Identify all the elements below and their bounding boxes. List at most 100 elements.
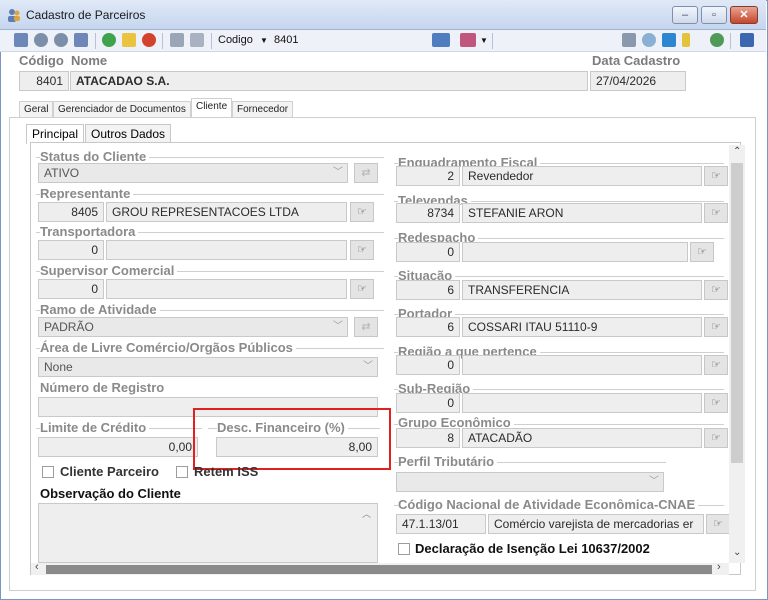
horizontal-scroll-thumb[interactable] xyxy=(46,565,712,574)
redespacho-code-field[interactable]: 0 xyxy=(396,242,460,262)
chevron-down-icon: ﹀ xyxy=(333,321,343,332)
retem-iss-checkbox[interactable] xyxy=(176,466,188,478)
toolbar-separator xyxy=(95,33,96,49)
chevron-down-icon[interactable]: ▼ xyxy=(480,36,488,45)
codigo-search-label[interactable]: Codigo xyxy=(218,34,253,46)
save-icon[interactable] xyxy=(170,33,184,47)
toolbar-separator xyxy=(211,33,212,49)
scroll-left-icon[interactable]: ‹ xyxy=(35,561,39,573)
subregiao-name-field[interactable] xyxy=(462,393,702,413)
televendas-code-field[interactable]: 8734 xyxy=(396,203,460,223)
toolbar: Codigo ▼ 8401 ▼ xyxy=(0,30,766,52)
enquadramento-code-field[interactable]: 2 xyxy=(396,166,460,186)
ramo-atividade-label: Ramo de Atividade xyxy=(40,303,160,317)
portador-code-field[interactable]: 6 xyxy=(396,317,460,337)
add-icon[interactable] xyxy=(102,33,116,47)
situacao-name-field[interactable]: TRANSFERENCIA xyxy=(462,280,702,300)
grupo-code-field[interactable]: 8 xyxy=(396,428,460,448)
filter-icon[interactable] xyxy=(682,33,690,47)
nome-field[interactable]: ATACADAO S.A. xyxy=(70,71,588,91)
tab-geral[interactable]: Geral xyxy=(19,101,54,118)
status-cliente-select[interactable]: ATIVO ﹀ xyxy=(38,163,348,183)
ramo-lookup-button[interactable]: ⇄ xyxy=(354,317,378,337)
vertical-scroll-thumb[interactable] xyxy=(731,163,743,463)
transportadora-name-field[interactable] xyxy=(106,240,347,260)
declaracao-isencao-checkbox[interactable] xyxy=(398,543,410,555)
codigo-search-value[interactable]: 8401 xyxy=(274,34,298,46)
chevron-down-icon[interactable]: ▼ xyxy=(260,36,268,45)
supervisor-name-field[interactable] xyxy=(106,279,347,299)
representante-label: Representante xyxy=(40,187,134,201)
televendas-name-field[interactable]: STEFANIE ARON xyxy=(462,203,702,223)
maximize-button[interactable]: ▫ xyxy=(701,6,727,24)
edit-icon[interactable] xyxy=(122,33,136,47)
grupo-name-field[interactable]: ATACADÃO xyxy=(462,428,702,448)
televendas-lookup-button[interactable]: ☞ xyxy=(704,203,728,223)
chart-icon[interactable] xyxy=(460,33,476,47)
regiao-code-field[interactable]: 0 xyxy=(396,355,460,375)
chevron-up-icon[interactable]: ︿ xyxy=(362,507,371,520)
chevron-down-icon[interactable]: ⌄ xyxy=(733,547,741,558)
scroll-right-icon[interactable]: › xyxy=(717,561,721,573)
status-cliente-label: Status do Cliente xyxy=(40,150,150,164)
first-record-icon[interactable] xyxy=(14,33,28,47)
nome-label: Nome xyxy=(71,53,108,68)
title-bar[interactable]: Cadastro de Parceiros – ▫ ✕ xyxy=(0,0,766,30)
regiao-lookup-button[interactable]: ☞ xyxy=(704,355,728,375)
regiao-name-field[interactable] xyxy=(462,355,702,375)
chevron-up-icon[interactable]: ⌃ xyxy=(733,146,741,157)
enquadramento-lookup-button[interactable]: ☞ xyxy=(704,166,728,186)
status-lookup-button[interactable]: ⇄ xyxy=(354,163,378,183)
partners-icon xyxy=(8,9,20,22)
representante-name-field[interactable]: GROU REPRESENTACOES LTDA xyxy=(106,202,347,222)
user-icon[interactable] xyxy=(710,33,724,47)
tab-gerenciador-documentos[interactable]: Gerenciador de Documentos xyxy=(53,101,191,118)
cliente-parceiro-checkbox[interactable] xyxy=(42,466,54,478)
supervisor-code-field[interactable]: 0 xyxy=(38,279,104,299)
close-button[interactable]: ✕ xyxy=(730,6,758,24)
supervisor-label: Supervisor Comercial xyxy=(40,264,178,278)
grupo-lookup-button[interactable]: ☞ xyxy=(704,428,728,448)
enquadramento-name-field[interactable]: Revendedor xyxy=(462,166,702,186)
codigo-field[interactable]: 8401 xyxy=(19,71,69,91)
tab-fornecedor[interactable]: Fornecedor xyxy=(232,101,294,118)
subregiao-code-field[interactable]: 0 xyxy=(396,393,460,413)
cnae-code-field[interactable]: 47.1.13/01 xyxy=(396,514,486,534)
transportadora-code-field[interactable]: 0 xyxy=(38,240,104,260)
perfil-tributario-select[interactable]: ﹀ xyxy=(396,472,664,492)
redespacho-lookup-button[interactable]: ☞ xyxy=(690,242,714,262)
print-icon[interactable] xyxy=(622,33,636,47)
previous-record-icon[interactable] xyxy=(34,33,48,47)
limite-credito-label: Limite de Crédito xyxy=(40,421,150,435)
situacao-lookup-button[interactable]: ☞ xyxy=(704,280,728,300)
cnae-lookup-button[interactable]: ☞ xyxy=(706,514,730,534)
subtab-principal[interactable]: Principal xyxy=(26,124,85,144)
representante-lookup-button[interactable]: ☞ xyxy=(350,202,374,222)
minimize-button[interactable]: – xyxy=(672,6,698,24)
transportadora-lookup-button[interactable]: ☞ xyxy=(350,240,374,260)
subregiao-lookup-button[interactable]: ☞ xyxy=(704,393,728,413)
limite-credito-field[interactable]: 0,00 xyxy=(38,437,198,457)
next-record-icon[interactable] xyxy=(54,33,68,47)
redespacho-name-field[interactable] xyxy=(462,242,688,262)
refresh-icon[interactable] xyxy=(662,33,676,47)
search-icon[interactable] xyxy=(642,33,656,47)
data-cadastro-field[interactable]: 27/04/2026 xyxy=(590,71,686,91)
grid-icon[interactable] xyxy=(432,33,450,47)
delete-icon[interactable] xyxy=(142,33,156,47)
cnae-desc-field[interactable]: Comércio varejista de mercadorias er xyxy=(488,514,704,534)
ramo-atividade-select[interactable]: PADRÃO ﹀ xyxy=(38,317,348,337)
supervisor-lookup-button[interactable]: ☞ xyxy=(350,279,374,299)
tab-cliente[interactable]: Cliente xyxy=(191,98,233,118)
codigo-label: Código xyxy=(19,53,64,68)
area-livre-comercio-select[interactable]: None ﹀ xyxy=(38,357,378,377)
subtab-outros-dados[interactable]: Outros Dados xyxy=(85,124,172,144)
portador-name-field[interactable]: COSSARI ITAU 51110-9 xyxy=(462,317,702,337)
observacao-textarea[interactable] xyxy=(38,503,378,563)
portador-lookup-button[interactable]: ☞ xyxy=(704,317,728,337)
last-record-icon[interactable] xyxy=(74,33,88,47)
representante-code-field[interactable]: 8405 xyxy=(38,202,104,222)
undo-icon[interactable] xyxy=(190,33,204,47)
situacao-code-field[interactable]: 6 xyxy=(396,280,460,300)
menu-icon[interactable] xyxy=(740,33,754,47)
